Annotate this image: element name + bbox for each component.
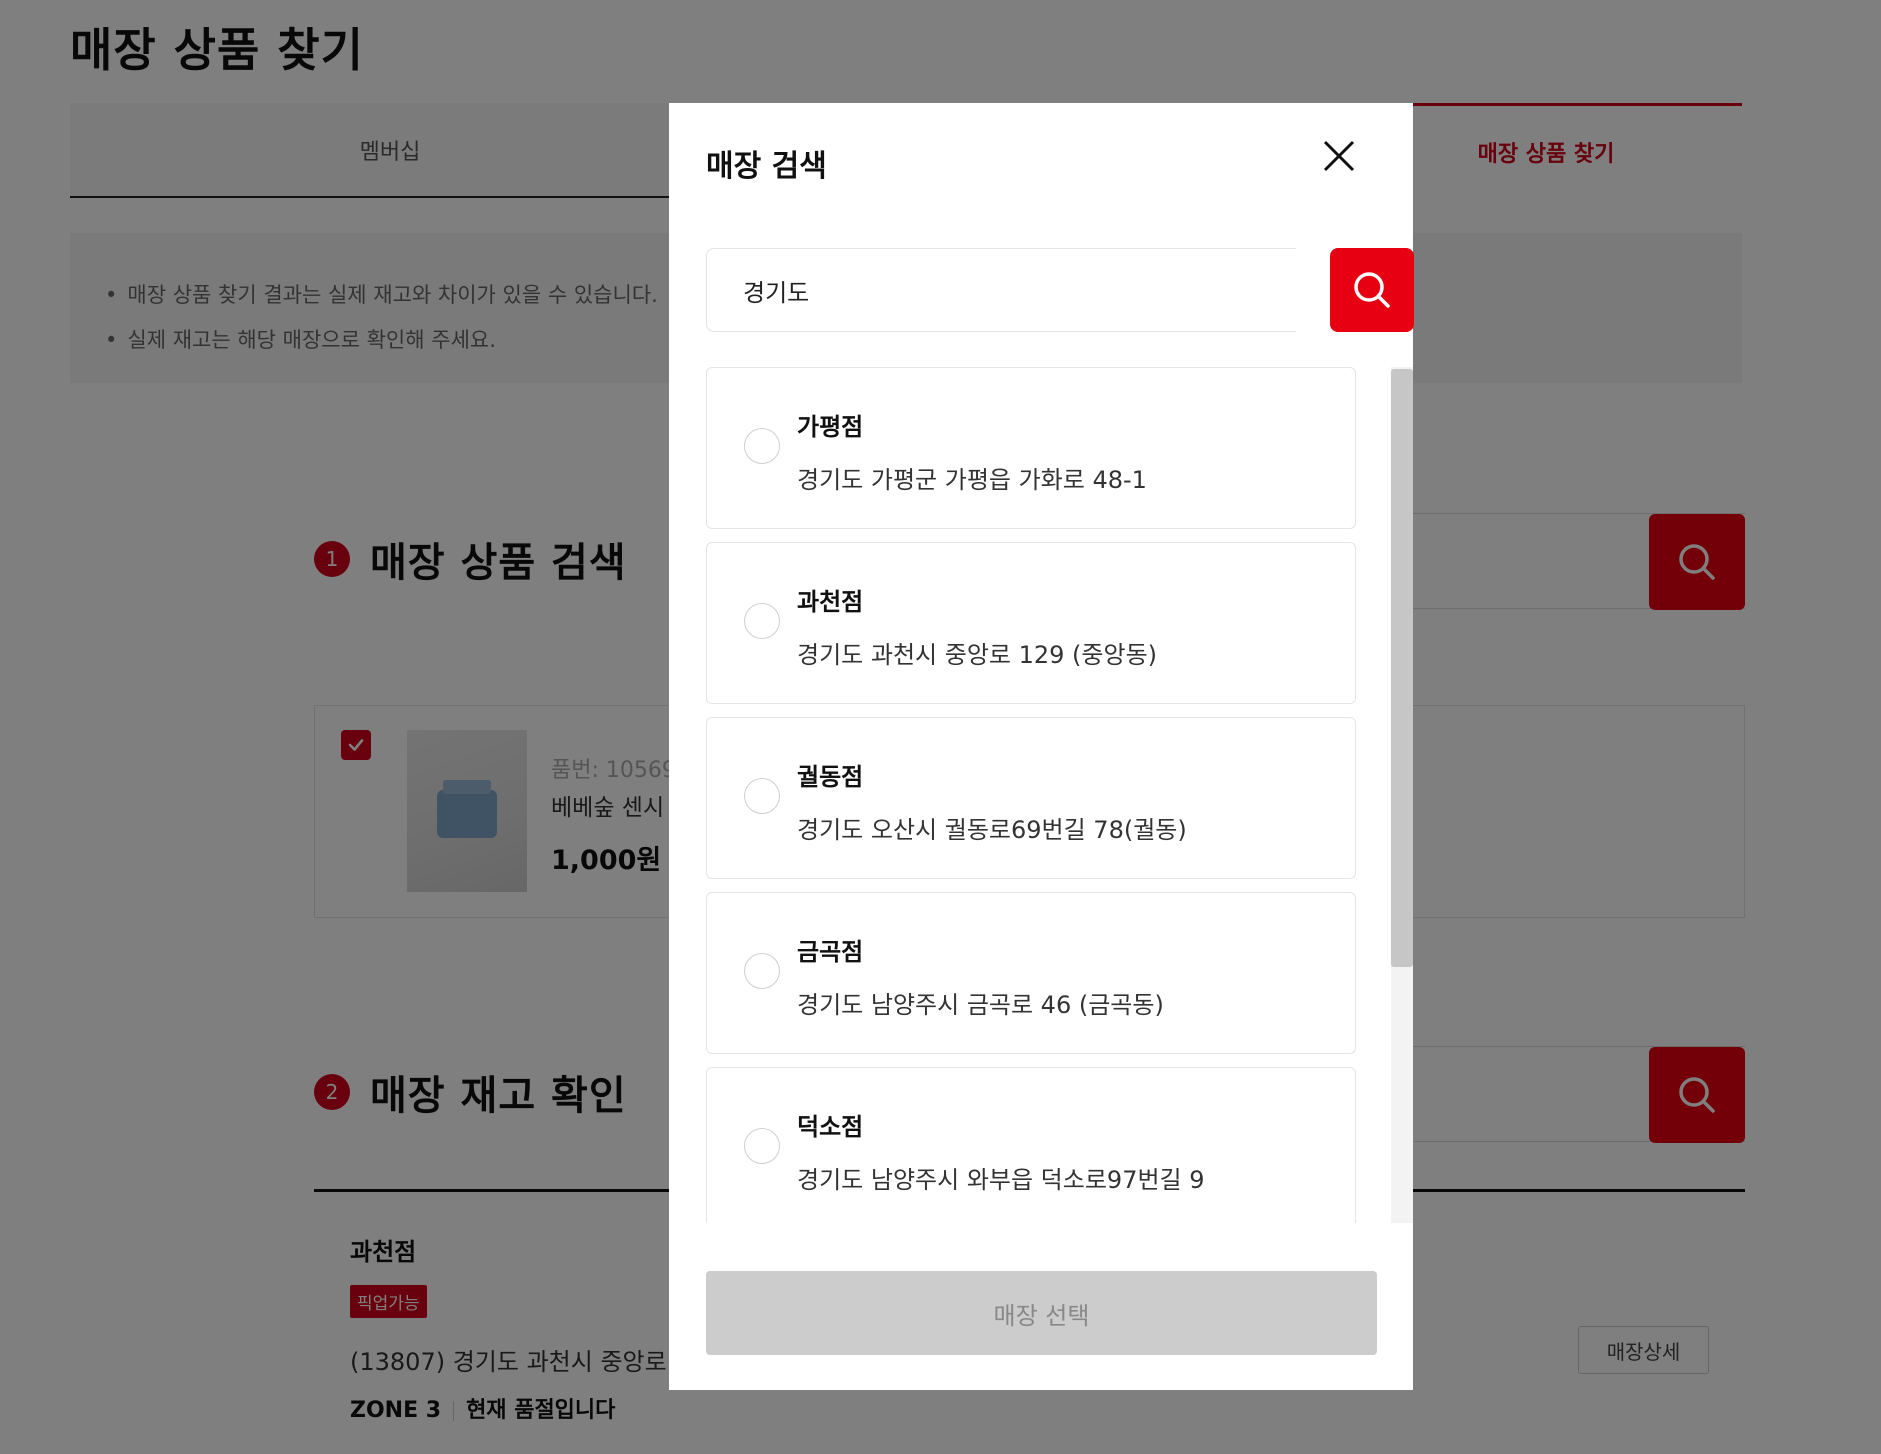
store-search-field[interactable]: [706, 248, 1296, 332]
store-list-scroll[interactable]: 가평점 경기도 가평군 가평읍 가화로 48-1 과천점 경기도 과천시 중앙로…: [706, 367, 1392, 1223]
store-address: 경기도 오산시 궐동로69번길 78(궐동): [797, 816, 1187, 844]
close-icon: [1323, 140, 1355, 172]
store-list-item[interactable]: 덕소점 경기도 남양주시 와부읍 덕소로97번길 9: [706, 1067, 1356, 1223]
store-radio[interactable]: [744, 428, 780, 464]
store-name: 덕소점: [797, 1113, 864, 1141]
store-radio[interactable]: [744, 1128, 780, 1164]
store-address: 경기도 남양주시 와부읍 덕소로97번길 9: [797, 1166, 1205, 1194]
store-search-modal: 매장 검색 가평점 경기도 가평군 가평읍 가화로 48-1 과천점 경기도 과…: [669, 103, 1414, 1390]
scrollbar-thumb[interactable]: [1391, 369, 1413, 967]
store-name: 가평점: [797, 413, 864, 441]
store-list-item[interactable]: 금곡점 경기도 남양주시 금곡로 46 (금곡동): [706, 892, 1356, 1054]
store-radio[interactable]: [744, 603, 780, 639]
store-list-item[interactable]: 과천점 경기도 과천시 중앙로 129 (중앙동): [706, 542, 1356, 704]
store-name: 궐동점: [797, 763, 864, 791]
modal-search-button[interactable]: [1330, 248, 1414, 332]
modal-title: 매장 검색: [706, 149, 827, 184]
store-address: 경기도 가평군 가평읍 가화로 48-1: [797, 466, 1147, 494]
search-icon: [1354, 272, 1390, 308]
store-name: 금곡점: [797, 938, 864, 966]
store-radio[interactable]: [744, 953, 780, 989]
store-name: 과천점: [797, 588, 864, 616]
store-address: 경기도 과천시 중앙로 129 (중앙동): [797, 641, 1158, 669]
close-button[interactable]: [1317, 134, 1361, 178]
modal-search-box: [706, 248, 1414, 332]
select-store-button[interactable]: 매장 선택: [706, 1271, 1377, 1355]
store-list-item[interactable]: 궐동점 경기도 오산시 궐동로69번길 78(궐동): [706, 717, 1356, 879]
store-radio[interactable]: [744, 778, 780, 814]
store-address: 경기도 남양주시 금곡로 46 (금곡동): [797, 991, 1164, 1019]
store-list-item[interactable]: 가평점 경기도 가평군 가평읍 가화로 48-1: [706, 367, 1356, 529]
